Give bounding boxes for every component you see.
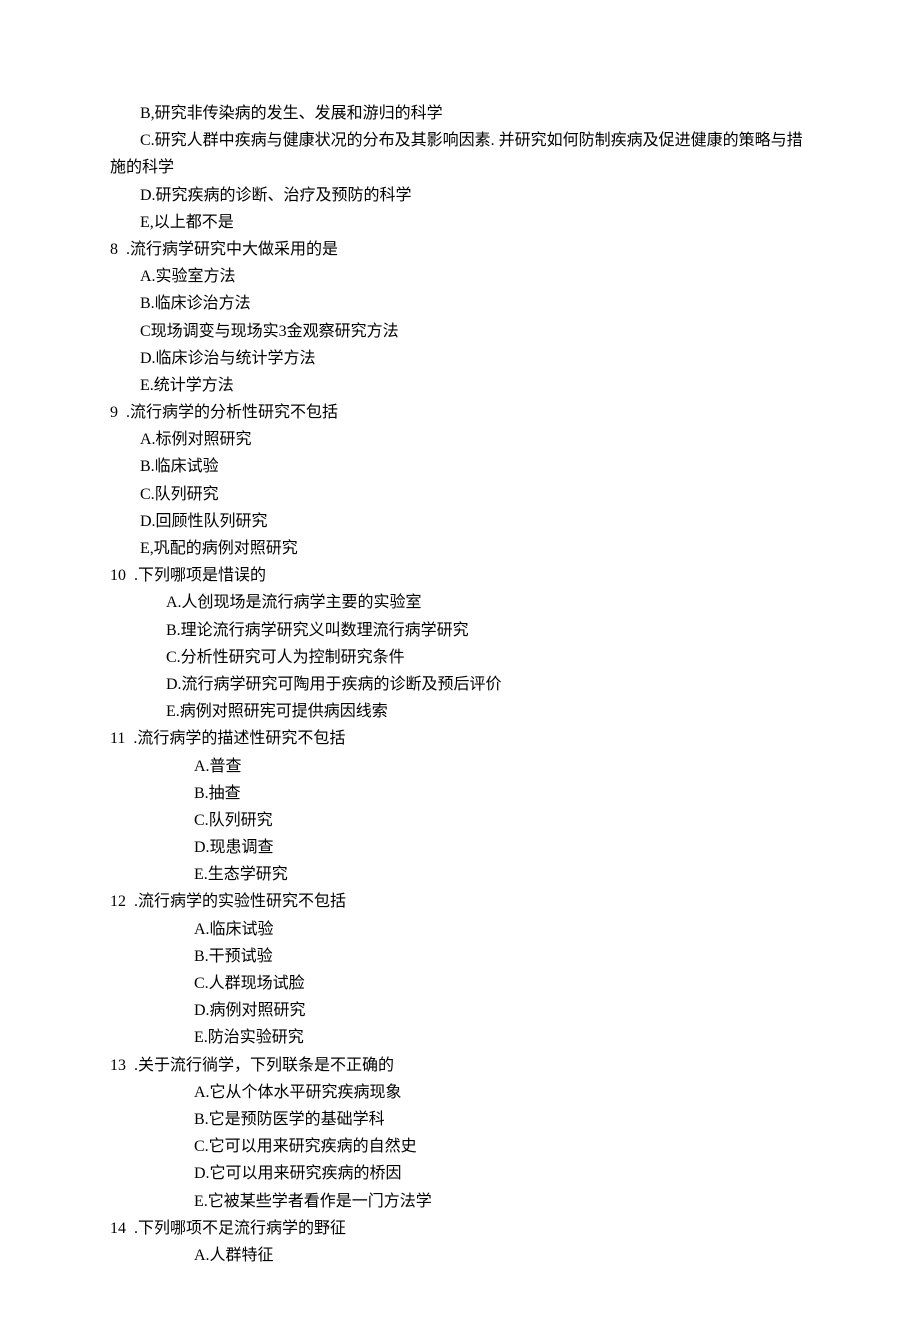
text-line: E.生态学研究 bbox=[110, 861, 810, 888]
text-line: 13 .关于流行徜学，下列联条是不正确的 bbox=[110, 1052, 810, 1079]
text-line: C.分析性研究可人为控制研究条件 bbox=[110, 644, 810, 671]
text-line: A.人创现场是流行病学主要的实验室 bbox=[110, 589, 810, 616]
text-line: 11 .流行病学的描述性研究不包括 bbox=[110, 725, 810, 752]
text-line: A.临床试验 bbox=[110, 916, 810, 943]
document-page: B,研究非传染病的发生、发展和游归的科学C.研究人群中疾病与健康状况的分布及其影… bbox=[0, 0, 920, 1329]
text-line: D.临床诊治与统计学方法 bbox=[110, 345, 810, 372]
text-line: 施的科学 bbox=[110, 154, 810, 181]
text-line: C.它可以用来研究疾病的自然史 bbox=[110, 1133, 810, 1160]
text-line: 14 .下列哪项不足流行病学的野征 bbox=[110, 1215, 810, 1242]
text-line: B.理论流行病学研究义叫数理流行病学研究 bbox=[110, 617, 810, 644]
text-line: C现场调变与现场实3金观察研究方法 bbox=[110, 318, 810, 345]
text-line: D.流行病学研究可陶用于疾病的诊断及预后评价 bbox=[110, 671, 810, 698]
text-line: C.研究人群中疾病与健康状况的分布及其影响因素. 并研究如何防制疾病及促进健康的… bbox=[110, 127, 810, 154]
text-line: E.防治实验研究 bbox=[110, 1024, 810, 1051]
text-line: A.标例对照研究 bbox=[110, 426, 810, 453]
text-line: E.它被某些学者看作是一门方法学 bbox=[110, 1188, 810, 1215]
text-line: C.队列研究 bbox=[110, 807, 810, 834]
text-line: C.人群现场试脸 bbox=[110, 970, 810, 997]
text-line: A.人群特征 bbox=[110, 1242, 810, 1269]
text-line: B.干预试验 bbox=[110, 943, 810, 970]
text-line: E.统计学方法 bbox=[110, 372, 810, 399]
text-line: B.抽查 bbox=[110, 780, 810, 807]
text-line: D.现患调查 bbox=[110, 834, 810, 861]
text-line: A.它从个体水平研究疾病现象 bbox=[110, 1079, 810, 1106]
text-line: A.普查 bbox=[110, 753, 810, 780]
text-line: B.临床试验 bbox=[110, 453, 810, 480]
text-line: D.病例对照研究 bbox=[110, 997, 810, 1024]
text-line: 12 .流行病学的实验性研究不包括 bbox=[110, 888, 810, 915]
text-line: E,以上都不是 bbox=[110, 209, 810, 236]
text-line: D.它可以用来研究疾病的桥因 bbox=[110, 1160, 810, 1187]
text-line: E.病例对照研宪可提供病因线索 bbox=[110, 698, 810, 725]
text-line: C.队列研究 bbox=[110, 481, 810, 508]
text-line: 8 .流行病学研究中大做采用的是 bbox=[110, 236, 810, 263]
text-line: D.研究疾病的诊断、治疗及预防的科学 bbox=[110, 182, 810, 209]
text-line: B.临床诊治方法 bbox=[110, 290, 810, 317]
text-line: E,巩配的病例对照研究 bbox=[110, 535, 810, 562]
text-line: D.回顾性队列研究 bbox=[110, 508, 810, 535]
text-line: 10 .下列哪项是惜误的 bbox=[110, 562, 810, 589]
text-line: 9 .流行病学的分析性研究不包括 bbox=[110, 399, 810, 426]
text-line: B,研究非传染病的发生、发展和游归的科学 bbox=[110, 100, 810, 127]
text-line: A.实验室方法 bbox=[110, 263, 810, 290]
text-line: B.它是预防医学的基础学科 bbox=[110, 1106, 810, 1133]
